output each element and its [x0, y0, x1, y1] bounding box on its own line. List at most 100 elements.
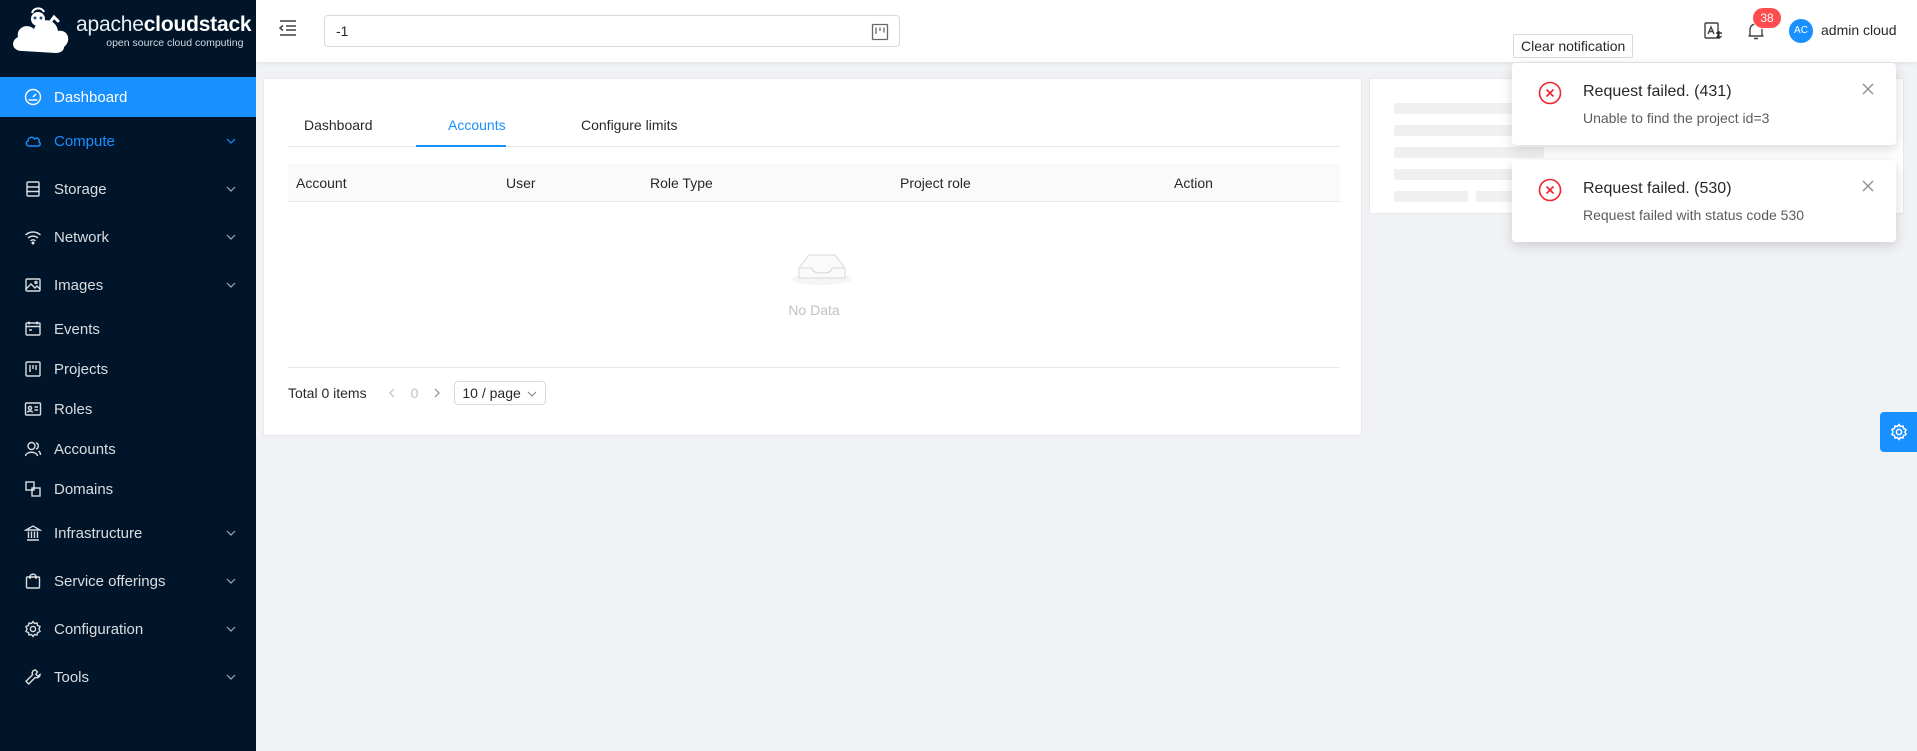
page-size-select[interactable]: 10 / page: [454, 381, 546, 405]
idcard-icon: [24, 400, 42, 418]
pagination: Total 0 items 0 10 / page: [288, 381, 546, 405]
chevron-down-icon: [226, 282, 236, 288]
sidebar-item-configuration[interactable]: Configuration: [0, 605, 256, 653]
project-icon: [24, 360, 42, 378]
chevron-down-icon: [226, 138, 236, 144]
column-header-user[interactable]: User: [506, 175, 536, 191]
sidebar-item-tools[interactable]: Tools: [0, 653, 256, 701]
notification-title: Request failed. (431): [1583, 83, 1732, 100]
sidebar-item-projects[interactable]: Projects: [0, 349, 256, 389]
sidebar-item-label: Compute: [54, 132, 115, 150]
sidebar-item-storage[interactable]: Storage: [0, 165, 256, 213]
brand-logo[interactable]: apachecloudstack open source cloud compu…: [0, 0, 256, 62]
table-header: Account User Role Type Project role Acti…: [288, 164, 1340, 202]
brand-name-apache: apache: [76, 12, 144, 36]
sidebar-item-service-offerings[interactable]: Service offerings: [0, 557, 256, 605]
notification-description: Unable to find the project id=3: [1583, 110, 1770, 126]
gear-icon: [1890, 423, 1907, 441]
tab-configure-limits[interactable]: Configure limits: [581, 117, 677, 133]
column-header-account[interactable]: Account: [296, 175, 347, 191]
tab-accounts[interactable]: Accounts: [448, 117, 506, 133]
sidebar-item-label: Domains: [54, 480, 114, 498]
chevron-right-icon[interactable]: [432, 388, 442, 398]
sidebar-item-label: Events: [54, 320, 100, 338]
tool-icon: [24, 668, 42, 686]
sidebar-item-label: Configuration: [54, 620, 144, 638]
column-header-project-role[interactable]: Project role: [900, 175, 971, 191]
skeleton-line: [1394, 191, 1468, 202]
dashboard-icon: [24, 88, 42, 106]
page-size-value: 10 / page: [462, 385, 521, 401]
brand-tagline: open source cloud computing: [106, 36, 244, 49]
tab-dashboard[interactable]: Dashboard: [304, 117, 373, 133]
translate-icon[interactable]: [1703, 21, 1723, 41]
setting-drawer-button[interactable]: [1880, 412, 1917, 452]
sidebar-item-events[interactable]: Events: [0, 309, 256, 349]
notification-count-badge: 38: [1753, 8, 1781, 28]
notification-card: Request failed. (530) Request failed wit…: [1512, 160, 1896, 242]
sidebar-item-label: Service offerings: [54, 572, 166, 590]
chevron-down-icon: [527, 391, 537, 397]
wifi-icon: [24, 228, 42, 246]
error-close-circle-icon: [1538, 81, 1562, 105]
sidebar-item-label: Images: [54, 276, 104, 294]
sidebar-item-infrastructure[interactable]: Infrastructure: [0, 509, 256, 557]
filter-search-icon[interactable]: [871, 23, 889, 41]
empty-inbox-icon: [792, 254, 852, 285]
active-tab-indicator: [416, 145, 506, 147]
pagination-total: Total 0 items: [288, 385, 367, 401]
sidebar-item-label: Projects: [54, 360, 109, 378]
close-icon[interactable]: [1862, 83, 1874, 95]
notification-card: Request failed. (431) Unable to find the…: [1512, 63, 1896, 145]
shopping-icon: [24, 572, 42, 590]
chevron-down-icon: [226, 186, 236, 192]
chevron-down-icon: [226, 530, 236, 536]
sidebar-item-label: Tools: [54, 668, 90, 686]
block-icon: [24, 480, 42, 498]
sidebar-item-images[interactable]: Images: [0, 261, 256, 309]
clear-notification-button[interactable]: Clear notification: [1513, 34, 1634, 58]
sidebar-item-accounts[interactable]: Accounts: [0, 429, 256, 469]
user-name[interactable]: admin cloud: [1821, 22, 1897, 38]
pagination-current-page[interactable]: 0: [411, 385, 419, 401]
project-tabs-card: Dashboard Accounts Configure limits Acco…: [263, 78, 1362, 436]
top-header: [256, 0, 1917, 62]
tab-bar: Dashboard Accounts Configure limits: [288, 79, 1340, 147]
brand-name-cloudstack: cloudstack: [143, 12, 252, 36]
cloud-icon: [24, 132, 42, 150]
notification-description: Request failed with status code 530: [1583, 207, 1805, 223]
sidebar-item-dashboard[interactable]: Dashboard: [0, 77, 256, 117]
sidebar-item-label: Accounts: [54, 440, 116, 458]
brand-text: apachecloudstack open source cloud compu…: [76, 12, 252, 49]
menu-fold-icon[interactable]: [278, 18, 298, 38]
database-icon: [24, 180, 42, 198]
error-close-circle-icon: [1538, 178, 1562, 202]
team-icon: [24, 440, 42, 458]
setting-icon: [24, 620, 42, 638]
sidebar-item-label: Network: [54, 228, 110, 246]
chevron-down-icon: [226, 626, 236, 632]
sidebar-item-label: Roles: [54, 400, 93, 418]
search-input[interactable]: [325, 16, 845, 46]
close-icon[interactable]: [1862, 180, 1874, 192]
bank-icon: [24, 524, 42, 542]
column-header-action: Action: [1174, 175, 1213, 191]
search-box[interactable]: [324, 15, 900, 47]
picture-icon: [24, 276, 42, 294]
chevron-down-icon: [226, 674, 236, 680]
sidebar-item-label: Dashboard: [54, 88, 128, 106]
sidebar-item-roles[interactable]: Roles: [0, 389, 256, 429]
sidebar-item-compute[interactable]: Compute: [0, 117, 256, 165]
schedule-icon: [24, 320, 42, 338]
notification-title: Request failed. (530): [1583, 180, 1732, 197]
sidebar-menu: Dashboard Compute Storage Network Images…: [0, 77, 256, 701]
chevron-left-icon[interactable]: [387, 388, 397, 398]
chevron-down-icon: [226, 578, 236, 584]
avatar[interactable]: AC: [1789, 19, 1813, 43]
sidebar: apachecloudstack open source cloud compu…: [0, 0, 256, 751]
column-header-role-type[interactable]: Role Type: [650, 175, 713, 191]
empty-text: No Data: [788, 302, 840, 318]
sidebar-item-domains[interactable]: Domains: [0, 469, 256, 509]
cloudstack-logo-icon: [13, 7, 69, 53]
sidebar-item-network[interactable]: Network: [0, 213, 256, 261]
